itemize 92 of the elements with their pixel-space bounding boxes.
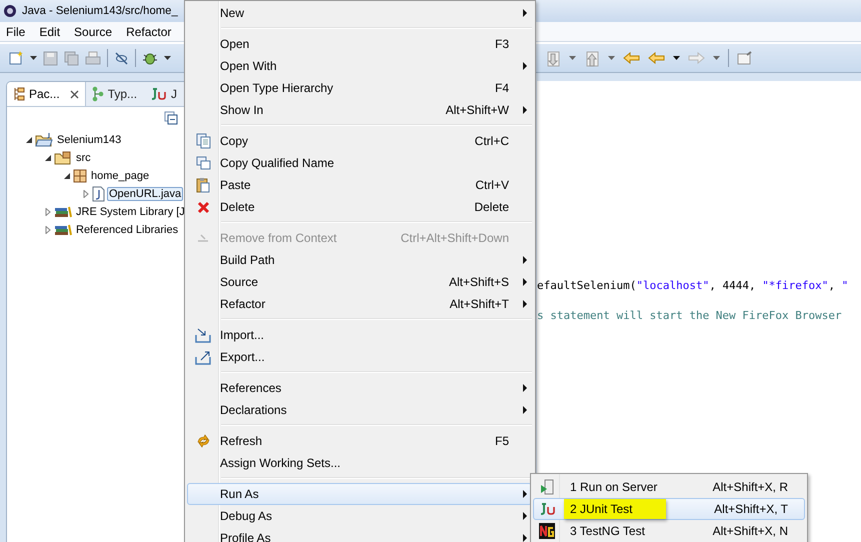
dropdown-icon[interactable] [30, 56, 37, 60]
save-icon[interactable] [43, 50, 58, 66]
menu-item[interactable]: 3 TestNG Test Alt+Shift+X, N [533, 520, 805, 542]
menu-item[interactable]: New [187, 2, 532, 24]
app-icon [3, 4, 17, 18]
java-file-icon [92, 186, 105, 202]
back-icon[interactable] [648, 52, 665, 64]
menu-item[interactable]: Run As [187, 483, 532, 505]
copy-icon [196, 133, 210, 149]
menu-item[interactable]: Declarations [187, 399, 532, 421]
menu-item[interactable]: Debug As [187, 505, 532, 527]
junit-icon [538, 503, 556, 515]
menu-item[interactable]: Refactor [126, 24, 172, 38]
code-line: efaultSelenium("localhost", 4444, "*firefox", " [537, 278, 850, 293]
new-file-icon[interactable] [8, 50, 24, 66]
code-line: s statement will start the New FireFox Browser [537, 308, 843, 323]
menu-item[interactable]: Edit [39, 24, 60, 38]
submenu-arrow-icon [523, 534, 527, 542]
tree-item[interactable]: src [74, 151, 93, 165]
collapsed-icon[interactable] [44, 226, 52, 234]
submenu-arrow-icon [523, 490, 527, 498]
pin-editor-icon[interactable] [737, 51, 753, 65]
menu-item[interactable]: Import... [187, 324, 532, 346]
tree-item[interactable]: Referenced Libraries [74, 223, 180, 237]
export-icon [195, 350, 211, 364]
view-tab[interactable]: J [143, 82, 184, 106]
menu-item[interactable]: Open F3 [187, 33, 532, 55]
window-title: Java - Selenium143/src/home_ [22, 5, 178, 17]
next-annotation-icon[interactable] [545, 50, 561, 66]
project-folder-icon [35, 133, 53, 147]
menu-item[interactable]: Delete Delete [187, 196, 532, 218]
menu-item[interactable]: Build Path [187, 249, 532, 271]
menu-item[interactable]: File [6, 24, 26, 38]
menu-item[interactable]: Export... [187, 346, 532, 368]
menu-item[interactable]: Refactor Alt+Shift+T [187, 293, 532, 315]
import-icon [195, 328, 211, 342]
collapsed-icon[interactable] [44, 208, 52, 216]
print-icon[interactable] [85, 50, 101, 66]
submenu-arrow-icon [523, 384, 527, 392]
menu-item[interactable]: Profile As [187, 527, 532, 542]
tree-item[interactable]: JRE System Library [J [74, 205, 184, 219]
hierarchy-icon [92, 86, 104, 102]
menu-item[interactable]: Open Type Hierarchy F4 [187, 77, 532, 99]
menu-item[interactable]: Source [74, 24, 112, 38]
submenu-arrow-icon [523, 256, 527, 264]
close-icon[interactable] [70, 90, 79, 98]
submenu-arrow-icon [523, 278, 527, 286]
package-icon [73, 169, 87, 183]
submenu-arrow-icon [523, 300, 527, 308]
tree-item[interactable]: OpenURL.java [107, 187, 184, 201]
view-tab[interactable]: Typ... [86, 82, 144, 106]
junit-icon [149, 88, 168, 100]
menu-item[interactable]: Source Alt+Shift+S [187, 271, 532, 293]
server-icon [540, 479, 554, 495]
package-explorer-icon [13, 87, 25, 101]
testng-icon [539, 523, 555, 539]
tree-item[interactable]: home_page [89, 169, 152, 183]
menu-item[interactable]: References [187, 377, 532, 399]
menu-item[interactable]: Open With [187, 55, 532, 77]
refresh-icon [196, 434, 210, 448]
menu-item[interactable]: Copy Ctrl+C [187, 130, 532, 152]
menu-item[interactable]: Assign Working Sets... [187, 452, 532, 474]
menu-item[interactable]: 1 Run on Server Alt+Shift+X, R [533, 476, 805, 498]
submenu-arrow-icon [523, 512, 527, 520]
submenu-arrow-icon [523, 406, 527, 414]
tree-item[interactable]: Selenium143 [55, 133, 124, 147]
paste-icon [196, 177, 210, 193]
expanded-icon[interactable] [44, 154, 52, 162]
library-icon [54, 205, 72, 219]
menu-item[interactable]: 2 JUnit Test Alt+Shift+X, T [533, 498, 805, 520]
breakpoint-icon[interactable] [114, 50, 129, 66]
source-folder-icon [54, 151, 72, 165]
expanded-icon[interactable] [25, 136, 33, 144]
view-tab[interactable]: Pac... [7, 82, 86, 106]
dropdown-icon[interactable] [164, 56, 171, 60]
submenu-arrow-icon [523, 9, 527, 17]
menu-item[interactable]: Refresh F5 [187, 430, 532, 452]
last-edit-icon[interactable] [623, 52, 640, 64]
menu-item[interactable]: Copy Qualified Name [187, 152, 532, 174]
dropdown-icon[interactable] [673, 56, 680, 60]
delete-icon [196, 200, 210, 214]
menu-item[interactable]: Show In Alt+Shift+W [187, 99, 532, 121]
copy-icon [196, 156, 210, 170]
menu-item[interactable]: Paste Ctrl+V [187, 174, 532, 196]
submenu-arrow-icon [523, 62, 527, 70]
library-icon [54, 223, 72, 237]
expanded-icon[interactable] [63, 172, 71, 180]
previous-annotation-icon[interactable] [584, 50, 600, 66]
collapsed-icon[interactable] [82, 190, 90, 198]
collapse-all-icon[interactable] [164, 111, 178, 125]
submenu-arrow-icon [523, 106, 527, 114]
remove-icon [196, 232, 210, 244]
